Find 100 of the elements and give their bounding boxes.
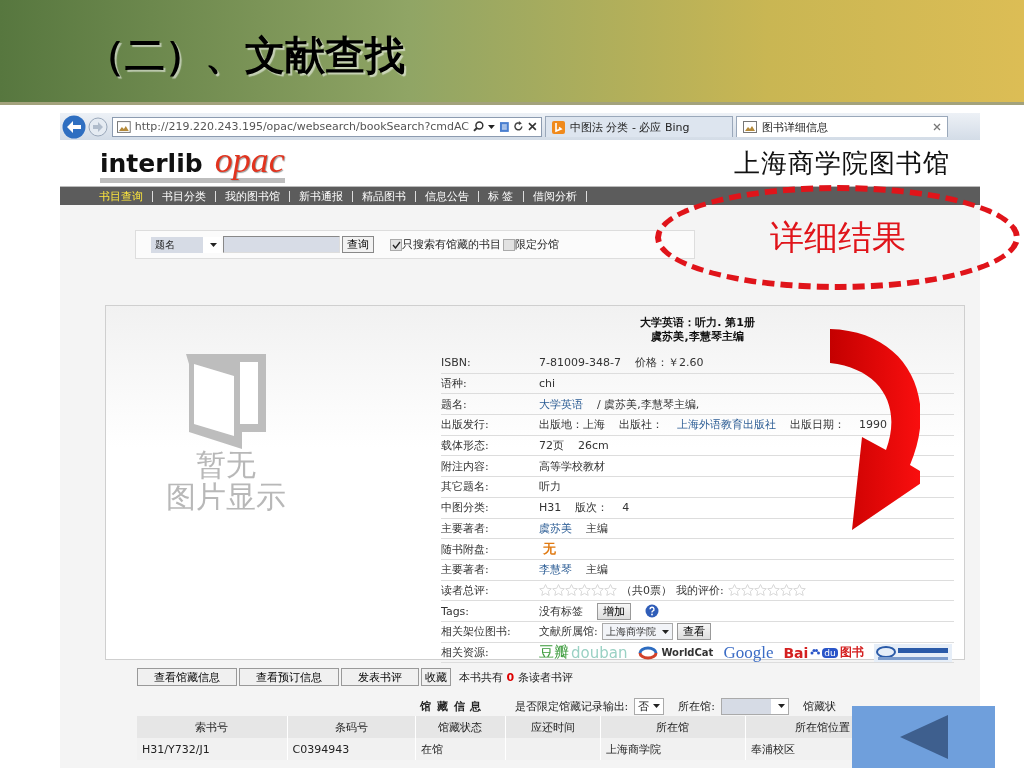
field-label: 附注内容: xyxy=(441,458,490,474)
paw-icon xyxy=(810,648,821,657)
link[interactable]: 虞苏美 xyxy=(539,520,572,536)
field-value: 7-81009-348-7 xyxy=(539,356,621,370)
star-icon xyxy=(792,584,806,597)
logo-text: interlib xyxy=(100,149,203,178)
field-label: 所在馆: xyxy=(678,698,715,714)
book-responsibility: 虞苏美,李慧琴主编 xyxy=(650,330,745,344)
star-icon xyxy=(753,584,767,597)
nav-link[interactable]: 精品图书 xyxy=(353,190,416,202)
nav-link[interactable]: 新书通报 xyxy=(290,190,353,202)
field-value: 72页 xyxy=(539,438,564,454)
field-label: 出版发行: xyxy=(441,417,490,433)
search-field[interactable] xyxy=(223,236,340,253)
tab-button[interactable]: 查看预订信息 xyxy=(239,668,339,686)
search-icon[interactable] xyxy=(473,121,484,132)
caret-icon xyxy=(777,704,785,708)
nav-link[interactable]: 书目查询 xyxy=(90,190,153,202)
table-cell: 在馆 xyxy=(415,738,505,760)
column-header: 条码号 xyxy=(287,716,415,738)
book-title: 大学英语：听力. 第1册 xyxy=(639,316,756,330)
field-value: 版次： xyxy=(575,500,609,516)
checkbox-label: 限定分馆 xyxy=(515,237,559,252)
refresh-icon[interactable] xyxy=(513,121,525,132)
view-button[interactable]: 查看 xyxy=(676,623,711,641)
tab-button[interactable]: 发表书评 xyxy=(341,668,419,686)
caret-icon xyxy=(653,704,661,708)
star-icon xyxy=(552,584,565,597)
link[interactable]: 上海外语教育出版社 xyxy=(677,417,776,433)
nav-link[interactable]: 标 签 xyxy=(479,190,524,202)
resource-link[interactable]: Bai du 图书 xyxy=(783,644,864,662)
field-label: 中图分类: xyxy=(441,500,490,516)
field-value: 主编 xyxy=(586,562,608,578)
column-header: 馆藏状态 xyxy=(415,716,505,738)
caret-icon xyxy=(487,124,495,129)
callout: 详细结果 xyxy=(655,185,1020,290)
resource-link[interactable]: Google xyxy=(723,642,774,663)
star-icon xyxy=(604,584,617,597)
field-value: 听力 xyxy=(539,479,561,495)
arrow-left-icon xyxy=(62,114,86,139)
compatibility-icon[interactable] xyxy=(498,120,510,133)
cnki-logo-icon[interactable] xyxy=(873,643,952,662)
field-value: H31 xyxy=(539,501,562,515)
vote-count: （共0票） xyxy=(621,582,672,598)
add-tag-button[interactable]: 增加 xyxy=(597,602,631,620)
field-label: 主要著者: xyxy=(441,520,490,536)
checkbox-label: 只搜索有馆藏的书目 xyxy=(402,237,501,252)
table-cell: H31/Y732/J1 xyxy=(137,738,287,760)
slide-title: （二）、文献查找 xyxy=(85,31,405,80)
nav-link[interactable]: 我的图书馆 xyxy=(216,190,290,202)
search-button[interactable]: 查询 xyxy=(342,236,374,253)
browser-tab[interactable]: 中图法 分类 - 必应 Bing xyxy=(545,116,733,137)
star-icon xyxy=(578,584,591,597)
link[interactable]: 大学英语 xyxy=(539,396,583,412)
field-label: 读者总评: xyxy=(441,582,490,598)
field-label: 是否限定馆藏记录输出: xyxy=(514,698,629,714)
nav-link[interactable]: 信息公告 xyxy=(416,190,479,202)
search-engine-icon xyxy=(552,120,565,134)
field-label: 我的评价: xyxy=(676,582,724,598)
field-value: 1990 xyxy=(859,418,887,432)
no-image-text: 图片显示 xyxy=(166,481,286,513)
column-header: 应还时间 xyxy=(505,716,600,738)
page-icon xyxy=(743,121,757,133)
resource-link[interactable]: WorldCat xyxy=(637,645,714,660)
field-label: 文献所属馆: xyxy=(539,624,598,640)
library-select[interactable]: 上海商学院 xyxy=(601,623,673,641)
field-label: ISBN: xyxy=(441,356,472,370)
checkbox[interactable] xyxy=(503,238,515,251)
library-name: 上海商学院图书馆 xyxy=(734,147,950,180)
star-icon xyxy=(740,584,754,597)
nav-link[interactable]: 借阅分析 xyxy=(523,190,587,202)
field-value: 价格：￥2.60 xyxy=(634,355,704,371)
field-value: 4 xyxy=(622,501,630,515)
browser-tab[interactable]: 图书详细信息 xyxy=(736,116,948,137)
nav-link[interactable]: 书目分类 xyxy=(153,190,216,202)
close-icon[interactable] xyxy=(528,122,537,131)
back-button[interactable] xyxy=(62,114,86,139)
help-icon[interactable] xyxy=(645,604,659,619)
field-label: 其它题名: xyxy=(441,479,490,495)
star-icon xyxy=(591,584,604,597)
field-value: chi xyxy=(539,377,556,391)
tab-button[interactable]: 收藏 xyxy=(421,668,451,686)
field-label: 语种: xyxy=(441,376,468,392)
link[interactable]: 李慧琴 xyxy=(539,562,572,578)
table-cell: C0394943 xyxy=(287,738,415,760)
field-label: 馆藏状 xyxy=(802,698,836,714)
checkbox[interactable] xyxy=(390,238,402,251)
field-label: 主要著者: xyxy=(441,562,490,578)
field-value: / 虞苏美,李慧琴主编, xyxy=(597,396,700,412)
page-icon xyxy=(117,120,131,133)
limit-select[interactable]: 否 xyxy=(634,697,665,715)
book-icon xyxy=(186,354,266,449)
resource-link[interactable]: 豆瓣douban xyxy=(539,643,628,663)
tab-button[interactable]: 查看馆藏信息 xyxy=(137,668,237,686)
field-label: 相关资源: xyxy=(441,645,490,661)
field-value: 没有标签 xyxy=(539,603,583,619)
field-label: 题名: xyxy=(441,396,468,412)
field-select[interactable]: 题名 xyxy=(151,236,221,253)
star-icon xyxy=(565,584,578,597)
address-bar[interactable]: http://219.220.243.195/opac/websearch/bookSearch?cmdAC xyxy=(112,116,542,137)
